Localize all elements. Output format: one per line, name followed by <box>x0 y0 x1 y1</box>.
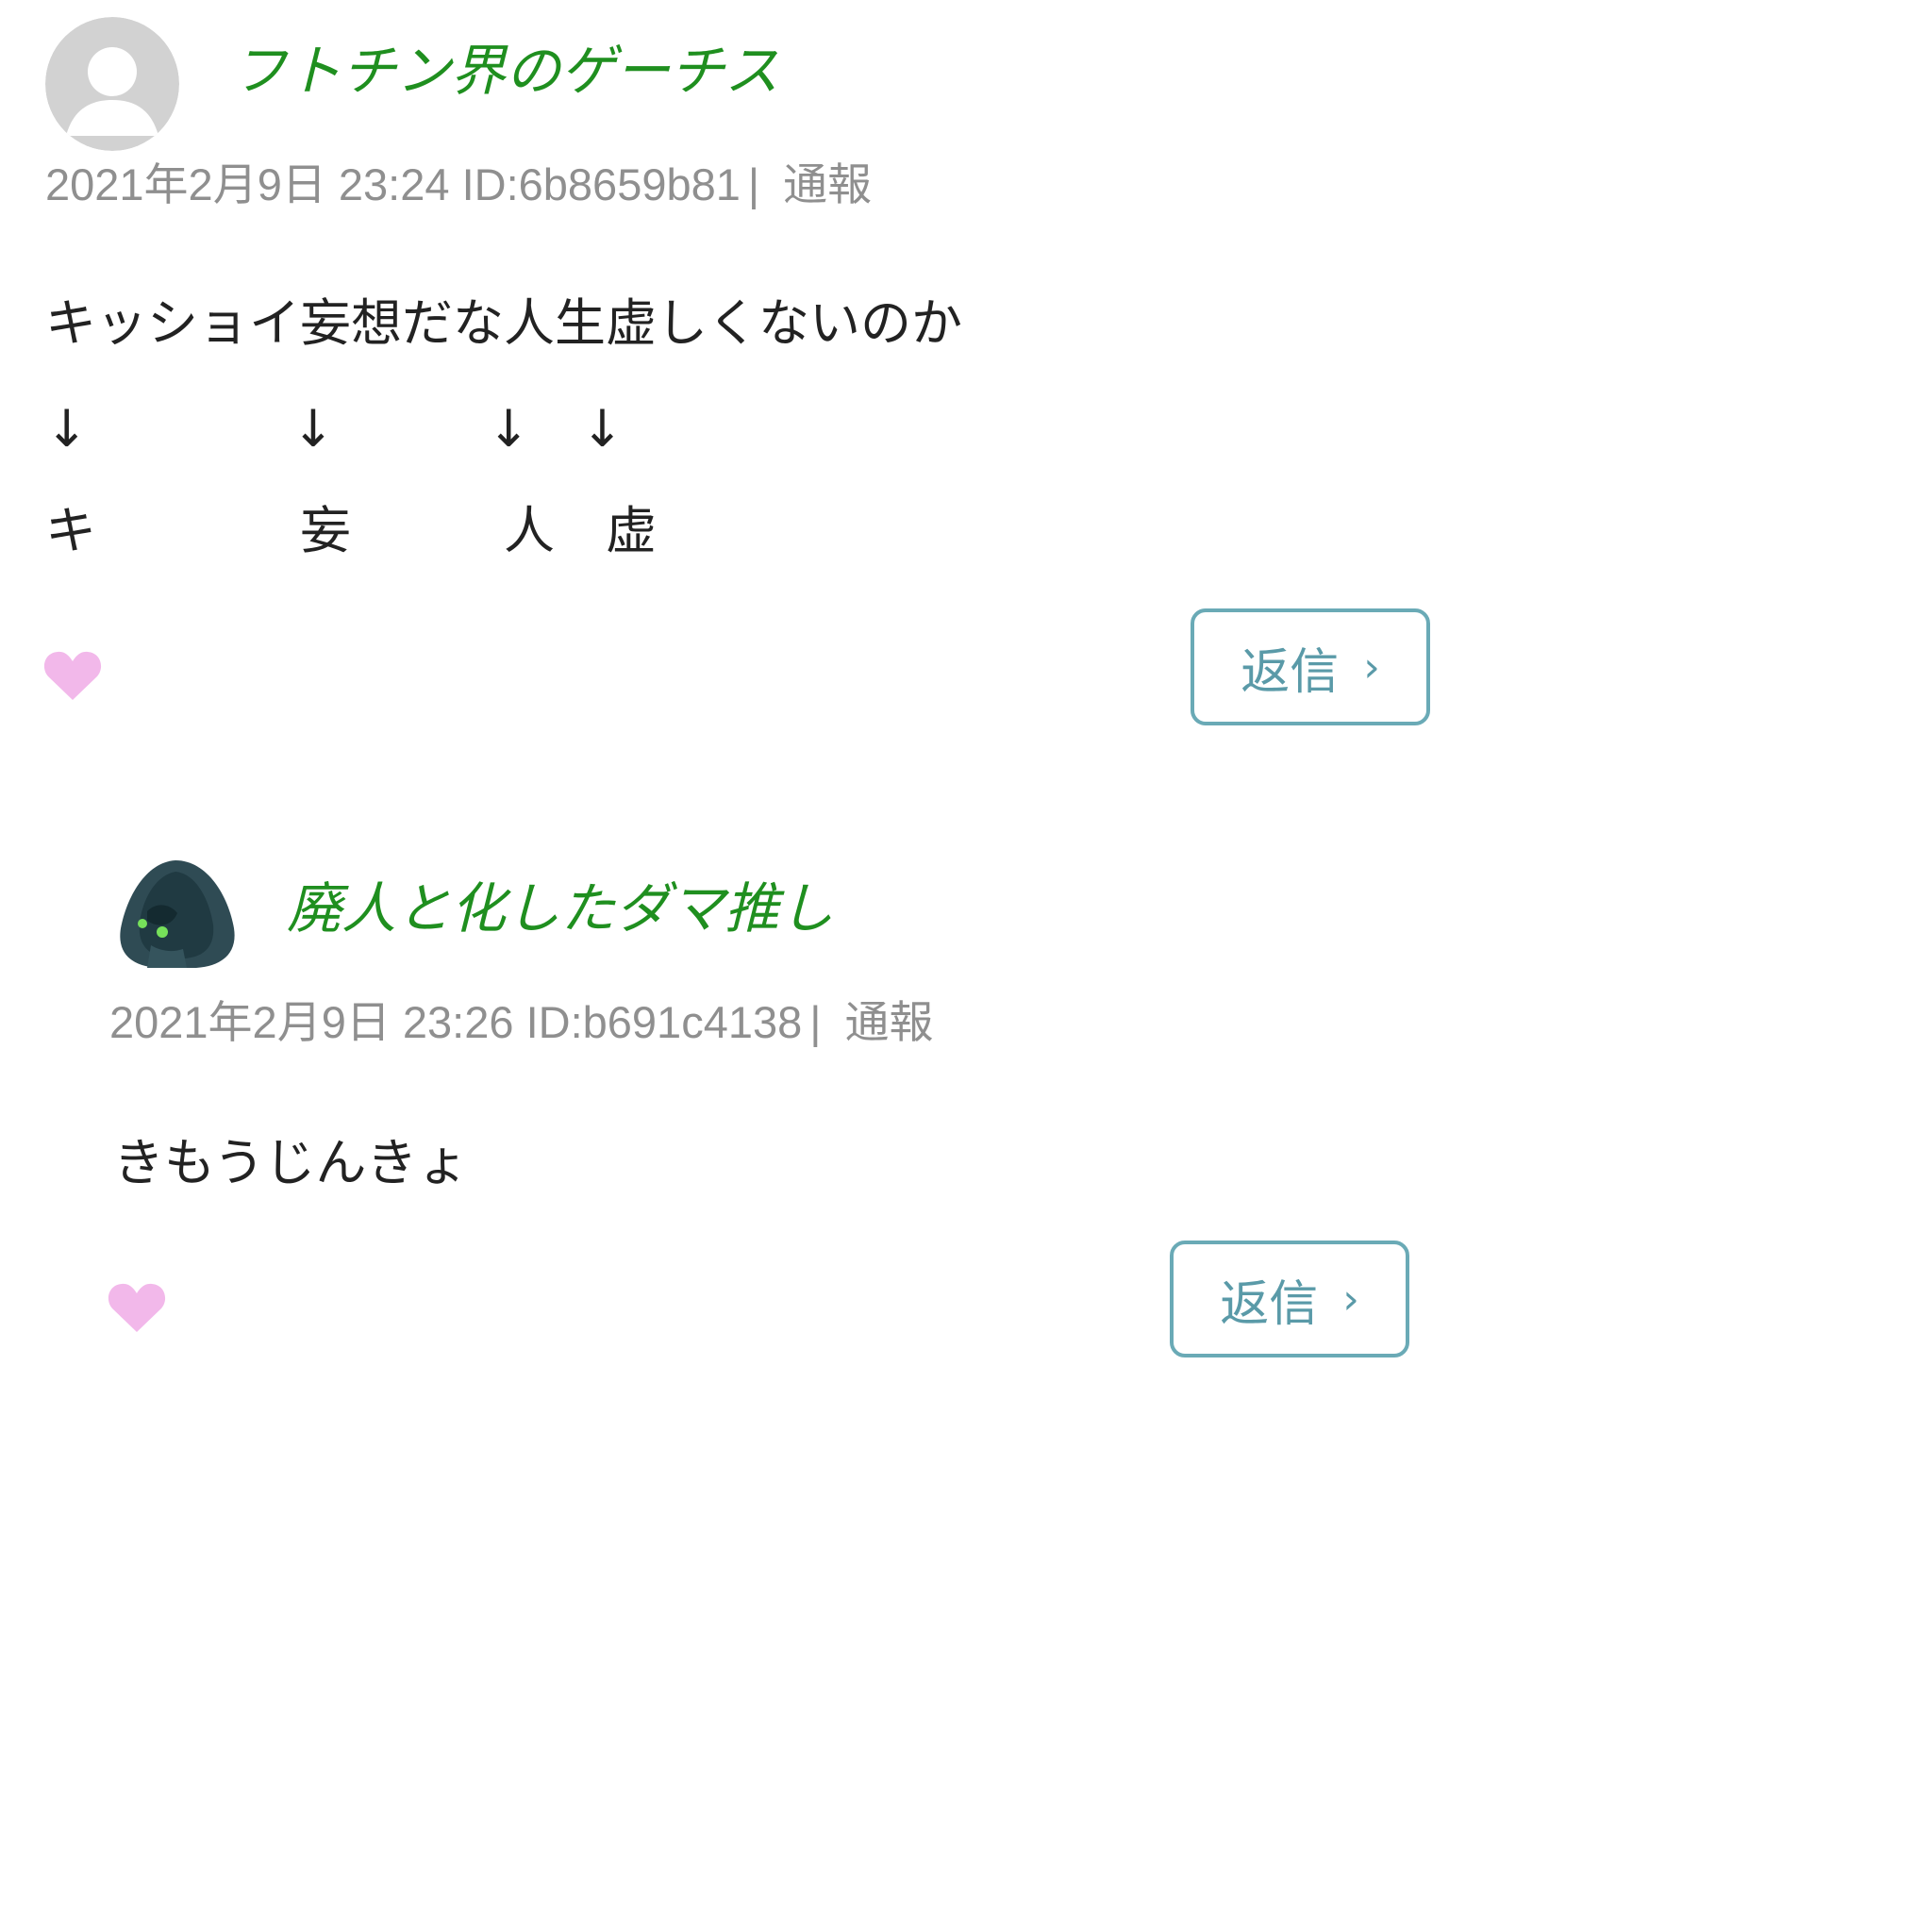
comment-body-line: キッショイ妄想だな人生虚しくないのか <box>45 293 962 353</box>
report-link[interactable]: 通報 <box>783 159 872 209</box>
report-link[interactable]: 通報 <box>845 997 934 1047</box>
meta-separator: | <box>809 997 822 1047</box>
chevron-right-icon: › <box>1342 1274 1359 1324</box>
comment-id: ID:6b8659b81 <box>461 159 741 209</box>
custom-avatar[interactable] <box>109 855 242 972</box>
comment-body-line: キ 妄 人 虚 <box>45 501 657 560</box>
reply-label: 返信 <box>1241 643 1340 701</box>
meta-separator: | <box>747 159 760 209</box>
comment-id: ID:b691c4138 <box>525 997 803 1047</box>
heart-icon[interactable] <box>108 1281 166 1334</box>
comment-meta: 2021年2月9日 23:24 ID:6b8659b81 | 通報 <box>45 162 872 207</box>
comment-body-line: ↓ ↓ ↓ ↓ <box>45 399 624 458</box>
heart-icon[interactable] <box>43 649 102 702</box>
comment-datetime: 2021年2月9日 23:24 <box>45 159 450 209</box>
reply-button[interactable]: 返信 › <box>1170 1241 1409 1357</box>
user-silhouette-icon <box>45 17 179 151</box>
comment-author[interactable]: 廃人と化したダマ推し <box>287 881 834 936</box>
comment-datetime: 2021年2月9日 23:26 <box>109 997 514 1047</box>
reply-label: 返信 <box>1220 1275 1319 1333</box>
reply-button[interactable]: 返信 › <box>1191 608 1430 725</box>
hooded-figure-icon <box>120 860 235 968</box>
default-avatar[interactable] <box>45 17 179 151</box>
chevron-right-icon: › <box>1363 642 1380 691</box>
comment-meta: 2021年2月9日 23:26 ID:b691c4138 | 通報 <box>109 1000 934 1044</box>
comment-author[interactable]: フトチン界のゲーチス <box>232 43 779 98</box>
comment-body-line: きもうじんきょ <box>113 1133 469 1192</box>
